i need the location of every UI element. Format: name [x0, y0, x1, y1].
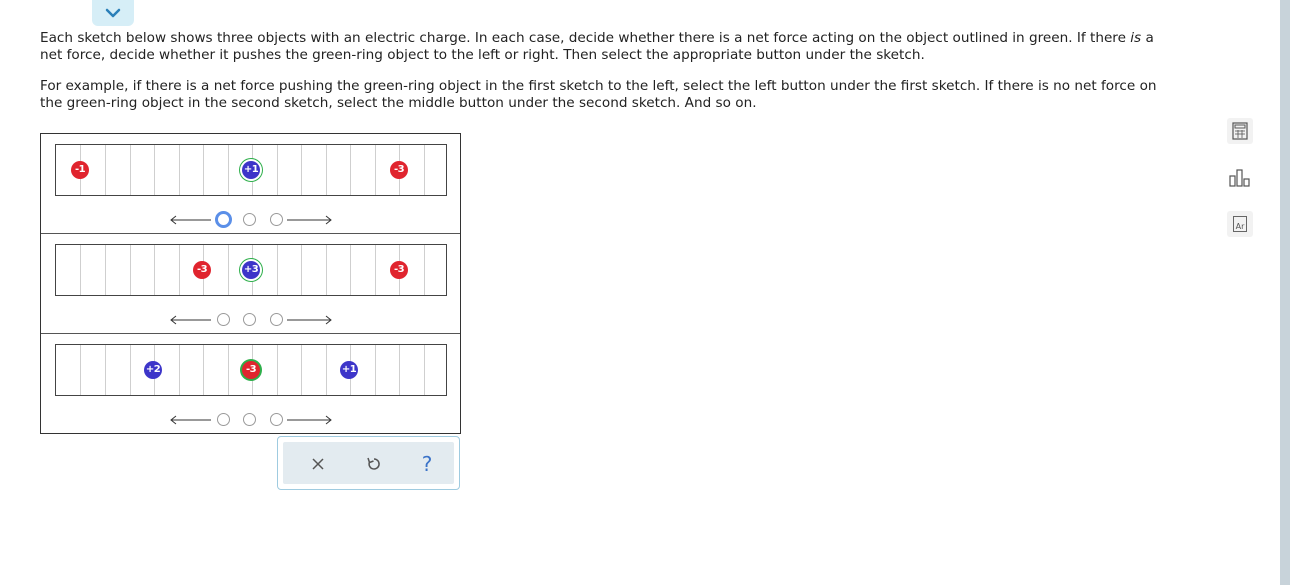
charge-track: +2 -3 +1 — [55, 344, 447, 396]
charge-track: -1 +1 -3 — [55, 144, 447, 196]
left-arrow-icon — [170, 315, 211, 325]
left-arrow-icon — [170, 415, 211, 425]
charge-track: -3 +3 -3 — [55, 244, 447, 296]
collapse-toggle[interactable] — [92, 0, 134, 26]
sketch-3: +2 -3 +1 — [41, 333, 460, 433]
target-charge-pos-3: +3 — [242, 261, 260, 279]
charge-pos-2: +2 — [144, 361, 162, 379]
option-left-radio[interactable] — [217, 413, 230, 426]
instructions-paragraph-2: For example, if there is a net force pus… — [40, 78, 1157, 111]
target-charge-neg-3: -3 — [242, 361, 260, 379]
calculator-icon — [1232, 122, 1248, 140]
option-right-radio[interactable] — [270, 313, 283, 326]
undo-button[interactable] — [363, 453, 385, 475]
target-charge-pos-1: +1 — [242, 161, 260, 179]
option-left-radio[interactable] — [217, 313, 230, 326]
option-none-radio[interactable] — [243, 313, 256, 326]
answer-controls — [169, 211, 339, 228]
answer-toolbar: ? — [277, 436, 460, 490]
bar-chart-icon — [1229, 169, 1250, 187]
data-chart-button[interactable] — [1227, 165, 1253, 191]
help-button[interactable]: ? — [416, 452, 438, 476]
x-icon — [312, 458, 324, 470]
charge-neg-3: -3 — [390, 161, 408, 179]
calculator-button[interactable] — [1227, 118, 1253, 144]
sketch-2: -3 +3 -3 — [41, 233, 460, 333]
option-none-radio[interactable] — [243, 213, 256, 226]
chevron-down-icon — [105, 8, 121, 18]
charge-neg-1: -1 — [71, 161, 89, 179]
periodic-table-button[interactable]: Ar — [1227, 211, 1253, 237]
instructions: Each sketch below shows three objects wi… — [40, 30, 1180, 126]
periodic-table-icon: Ar — [1233, 216, 1247, 232]
option-right-radio[interactable] — [270, 413, 283, 426]
undo-icon — [367, 457, 380, 470]
answer-controls — [169, 312, 339, 328]
clear-button[interactable] — [307, 453, 329, 475]
charge-neg-3: -3 — [390, 261, 408, 279]
charge-neg-3: -3 — [193, 261, 211, 279]
option-right-radio[interactable] — [270, 213, 283, 226]
charge-pos-1: +1 — [340, 361, 358, 379]
right-arrow-icon — [287, 215, 332, 225]
sketch-1: -1 +1 -3 — [41, 134, 460, 233]
right-arrow-icon — [287, 315, 332, 325]
right-arrow-icon — [287, 415, 332, 425]
instructions-paragraph-1: Each sketch below shows three objects wi… — [40, 30, 1154, 63]
sketch-table: -1 +1 -3 -3 +3 -3 +2 -3 +1 — [40, 133, 461, 434]
page-scrollbar[interactable] — [1280, 0, 1290, 585]
left-arrow-icon — [170, 215, 211, 225]
option-left-radio[interactable] — [215, 211, 232, 228]
option-none-radio[interactable] — [243, 413, 256, 426]
answer-controls — [169, 412, 339, 428]
